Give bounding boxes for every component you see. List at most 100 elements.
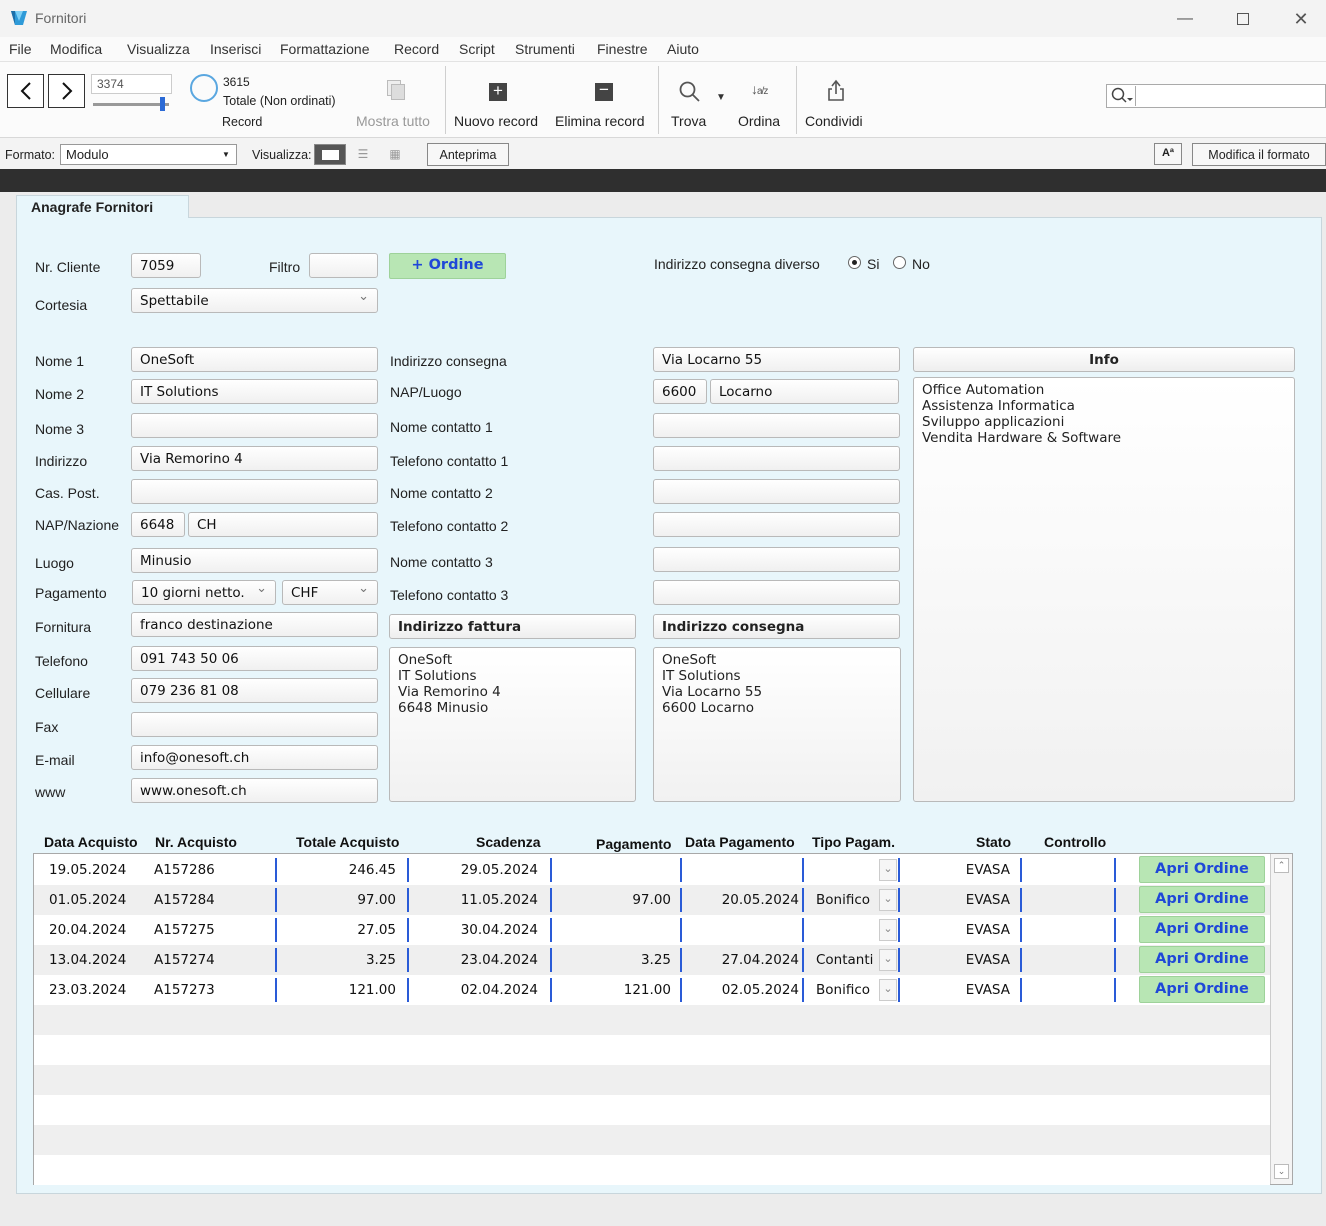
email-field[interactable]: info@onesoft.ch xyxy=(131,745,378,770)
consegna-address[interactable]: OneSoft IT Solutions Via Locarno 55 6600… xyxy=(653,647,901,802)
record-number-input[interactable]: 3374 xyxy=(91,74,172,94)
apri-ordine-button[interactable]: Apri Ordine xyxy=(1139,976,1265,1003)
minimize-button[interactable]: — xyxy=(1162,6,1208,32)
cell-totale[interactable]: 27.05 xyxy=(357,922,396,938)
cell-pagamento[interactable]: 3.25 xyxy=(641,952,671,968)
cell-scadenza[interactable]: 02.04.2024 xyxy=(461,982,538,998)
pagamento-select[interactable]: 10 giorni netto. xyxy=(132,580,276,605)
menu-aiuto[interactable]: Aiuto xyxy=(667,41,699,57)
table-row[interactable]: 20.04.2024 A157275 27.05 30.04.2024 EVASA ⌄ Ap… xyxy=(34,915,1270,945)
portal-scrollbar[interactable]: ⌃ ⌄ xyxy=(1270,854,1292,1184)
tipo-pagam-dropdown-icon[interactable]: ⌄ xyxy=(879,889,897,911)
close-window-button[interactable]: ✕ xyxy=(1278,6,1324,32)
apri-ordine-button[interactable]: Apri Ordine xyxy=(1139,856,1265,883)
nap-field[interactable]: 6648 xyxy=(131,512,185,537)
cell-nr-acquisto[interactable]: A157286 xyxy=(154,862,215,878)
filtro-field[interactable] xyxy=(309,253,378,278)
cell-stato[interactable]: EVASA xyxy=(966,862,1010,878)
menu-strumenti[interactable]: Strumenti xyxy=(515,41,575,57)
nazione-field[interactable]: CH xyxy=(188,512,378,537)
indirizzo-field[interactable]: Via Remorino 4 xyxy=(131,446,378,471)
apri-ordine-button[interactable]: Apri Ordine xyxy=(1139,946,1265,973)
cell-data-pagamento[interactable]: 20.05.2024 xyxy=(722,892,799,908)
luogo-field[interactable]: Minusio xyxy=(131,548,378,573)
menu-script[interactable]: Script xyxy=(459,41,495,57)
cell-scadenza[interactable]: 11.05.2024 xyxy=(461,892,538,908)
menu-visualizza[interactable]: Visualizza xyxy=(127,41,190,57)
telefono-field[interactable]: 091 743 50 06 xyxy=(131,646,378,671)
find-dropdown-icon[interactable]: ▼ xyxy=(716,92,726,103)
cell-tipo-pagam[interactable]: Bonifico xyxy=(816,892,870,908)
view-table-button[interactable]: ▦ xyxy=(380,144,410,165)
valuta-select[interactable]: CHF xyxy=(282,580,378,605)
cell-pagamento[interactable]: 97.00 xyxy=(632,892,671,908)
tel2-field[interactable] xyxy=(653,512,900,537)
nap-consegna-field[interactable]: 6600 xyxy=(653,379,707,404)
nome2-field[interactable]: IT Solutions xyxy=(131,379,378,404)
contatto1-field[interactable] xyxy=(653,413,900,438)
menu-modifica[interactable]: Modifica xyxy=(50,41,102,57)
radio-si[interactable] xyxy=(848,256,861,269)
tel1-field[interactable] xyxy=(653,446,900,471)
tipo-pagam-dropdown-icon[interactable]: ⌄ xyxy=(879,919,897,941)
share-icon[interactable] xyxy=(826,79,846,103)
scroll-down-icon[interactable]: ⌄ xyxy=(1274,1164,1289,1179)
sort-icon[interactable]: ↓a/z xyxy=(751,81,768,97)
cell-data-pagamento[interactable]: 02.05.2024 xyxy=(722,982,799,998)
apri-ordine-button[interactable]: Apri Ordine xyxy=(1139,916,1265,943)
fax-field[interactable] xyxy=(131,712,378,737)
preview-button[interactable]: Anteprima xyxy=(427,143,509,166)
tipo-pagam-dropdown-icon[interactable]: ⌄ xyxy=(879,949,897,971)
table-row[interactable]: 19.05.2024 A157286 246.45 29.05.2024 EVASA ⌄ A… xyxy=(34,855,1270,885)
minus-icon[interactable]: − xyxy=(595,81,613,101)
cell-data-acquisto[interactable]: 20.04.2024 xyxy=(49,922,126,938)
tipo-pagam-dropdown-icon[interactable]: ⌄ xyxy=(879,859,897,881)
record-slider-handle[interactable] xyxy=(160,97,165,111)
table-row[interactable]: 01.05.2024 A157284 97.00 11.05.2024 97.00 20.… xyxy=(34,885,1270,915)
next-record-button[interactable] xyxy=(48,74,85,108)
info-text[interactable]: Office Automation Assistenza Informatica… xyxy=(913,377,1295,802)
record-slider-track[interactable] xyxy=(93,103,169,106)
cell-scadenza[interactable]: 29.05.2024 xyxy=(461,862,538,878)
menu-inserisci[interactable]: Inserisci xyxy=(210,41,261,57)
new-order-button[interactable]: + Ordine xyxy=(389,253,506,279)
cell-tipo-pagam[interactable]: Bonifico xyxy=(816,982,870,998)
cell-nr-acquisto[interactable]: A157273 xyxy=(154,982,215,998)
cell-scadenza[interactable]: 23.04.2024 xyxy=(461,952,538,968)
cell-data-pagamento[interactable]: 27.04.2024 xyxy=(722,952,799,968)
table-row[interactable]: 13.04.2024 A157274 3.25 23.04.2024 3.25 27.04… xyxy=(34,945,1270,975)
plus-icon[interactable]: + xyxy=(489,82,507,101)
tab-anagrafe-fornitori[interactable]: Anagrafe Fornitori xyxy=(16,195,189,218)
share-button[interactable]: Condividi xyxy=(805,113,863,129)
caspost-field[interactable] xyxy=(131,479,378,504)
fornitura-field[interactable]: franco destinazione xyxy=(131,612,378,637)
www-field[interactable]: www.onesoft.ch xyxy=(131,778,378,803)
cell-stato[interactable]: EVASA xyxy=(966,952,1010,968)
cell-nr-acquisto[interactable]: A157274 xyxy=(154,952,215,968)
cell-stato[interactable]: EVASA xyxy=(966,922,1010,938)
cell-stato[interactable]: EVASA xyxy=(966,982,1010,998)
tel3-field[interactable] xyxy=(653,580,900,605)
quick-search-button[interactable] xyxy=(1108,86,1136,106)
cell-scadenza[interactable]: 30.04.2024 xyxy=(461,922,538,938)
cell-totale[interactable]: 97.00 xyxy=(357,892,396,908)
nome3-field[interactable] xyxy=(131,413,378,438)
cell-data-acquisto[interactable]: 13.04.2024 xyxy=(49,952,126,968)
view-list-button[interactable]: ☰ xyxy=(348,144,378,165)
cell-pagamento[interactable]: 121.00 xyxy=(624,982,671,998)
format-select[interactable]: Modulo xyxy=(60,144,237,165)
nome1-field[interactable]: OneSoft xyxy=(131,347,378,372)
search-icon[interactable] xyxy=(678,80,702,104)
menu-finestre[interactable]: Finestre xyxy=(597,41,648,57)
table-row[interactable]: 23.03.2024 A157273 121.00 02.04.2024 121.00 0… xyxy=(34,975,1270,1005)
luogo-consegna-field[interactable]: Locarno xyxy=(710,379,899,404)
cell-totale[interactable]: 121.00 xyxy=(349,982,396,998)
delete-record-button[interactable]: Elimina record xyxy=(555,113,644,129)
menu-record[interactable]: Record xyxy=(394,41,439,57)
view-form-button[interactable] xyxy=(314,144,346,165)
cell-nr-acquisto[interactable]: A157284 xyxy=(154,892,215,908)
cell-data-acquisto[interactable]: 19.05.2024 xyxy=(49,862,126,878)
cell-data-acquisto[interactable]: 01.05.2024 xyxy=(49,892,126,908)
ind-consegna-field[interactable]: Via Locarno 55 xyxy=(653,347,900,372)
apri-ordine-button[interactable]: Apri Ordine xyxy=(1139,886,1265,913)
